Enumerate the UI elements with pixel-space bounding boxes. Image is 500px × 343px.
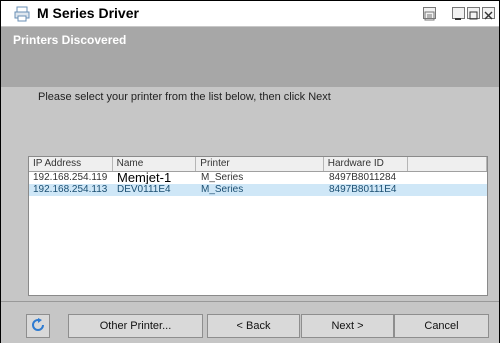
back-button[interactable]: < Back — [207, 314, 300, 338]
column-header-ip[interactable]: IP Address — [29, 157, 113, 171]
cell-name: Memjet-1 — [117, 172, 172, 184]
printer-icon — [14, 6, 30, 22]
title-bar[interactable]: M Series Driver — [1, 1, 499, 27]
wizard-footer: Other Printer... < Back Next > Cancel — [1, 301, 499, 343]
other-printer-button[interactable]: Other Printer... — [68, 314, 203, 338]
column-header-hardware-id[interactable]: Hardware ID — [324, 157, 409, 171]
driver-window: M Series Driver Printers Discovered Plea… — [0, 0, 500, 343]
column-header-empty — [408, 157, 487, 171]
window-controls — [421, 7, 495, 21]
instruction-text: Please select your printer from the list… — [38, 91, 331, 103]
cell-printer: M_Series — [201, 184, 244, 195]
maximize-icon[interactable] — [467, 7, 480, 20]
cell-printer: M_Series — [201, 172, 244, 183]
page-title: Printers Discovered — [13, 33, 127, 47]
column-header-name[interactable]: Name — [113, 157, 197, 171]
cell-hardware-id: 8497B80111E4 — [329, 184, 397, 195]
cell-ip: 192.168.254.113 — [33, 184, 108, 195]
column-header-printer[interactable]: Printer — [196, 157, 324, 171]
cancel-button[interactable]: Cancel — [394, 314, 489, 338]
refresh-icon — [31, 317, 45, 335]
next-button[interactable]: Next > — [301, 314, 394, 338]
help-icon[interactable] — [423, 7, 436, 21]
wizard-header: Printers Discovered — [1, 27, 499, 87]
printer-list[interactable]: IP Address Name Printer Hardware ID 192.… — [28, 156, 488, 296]
refresh-button[interactable] — [26, 314, 50, 338]
table-header: IP Address Name Printer Hardware ID — [29, 157, 487, 172]
cell-hardware-id: 8497B8011284 — [329, 172, 397, 183]
minimize-icon[interactable] — [452, 7, 465, 20]
close-icon[interactable] — [482, 7, 495, 20]
table-row[interactable]: 192.168.254.119 Memjet-1 M_Series 8497B8… — [29, 172, 487, 184]
table-row-selected[interactable]: 192.168.254.113 DEV0111E4 M_Series 8497B… — [29, 184, 487, 196]
wizard-body: Please select your printer from the list… — [1, 87, 499, 301]
cell-ip: 192.168.254.119 — [33, 172, 108, 183]
window-title: M Series Driver — [37, 5, 139, 21]
cell-name: DEV0111E4 — [117, 184, 171, 195]
